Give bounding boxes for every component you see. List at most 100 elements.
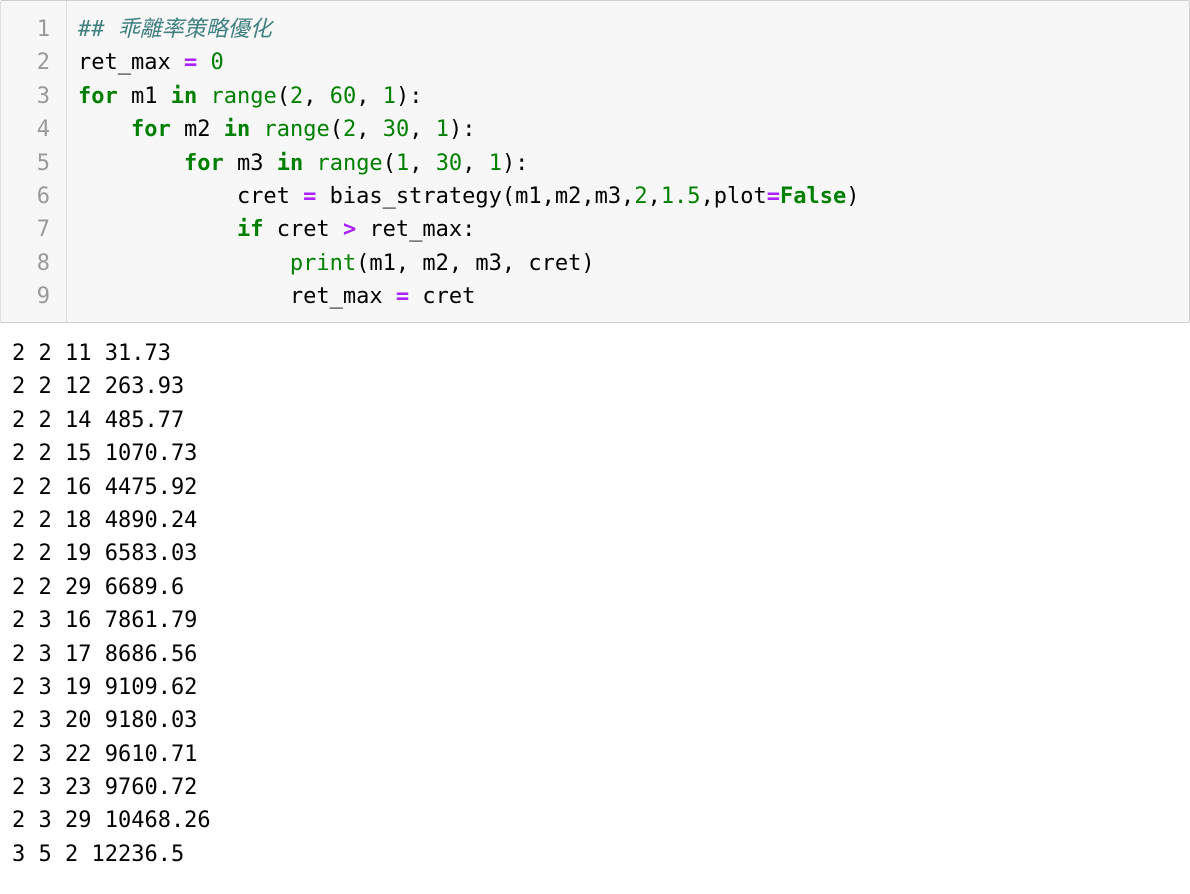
code-token: range — [316, 150, 383, 176]
output-line: 2 3 23 9760.72 — [12, 775, 198, 801]
code-token: m3 — [223, 150, 277, 176]
code-line: if cret > ret_max: — [78, 213, 475, 246]
output-line: 3 5 2 12236.5 — [12, 841, 185, 867]
code-token: , — [356, 117, 383, 143]
code-line: for m1 in range(2, 60, 1): — [78, 80, 422, 113]
code-token: , — [409, 117, 436, 143]
code-token: bias_strategy(m1,m2,m3, — [316, 184, 635, 209]
line-number: 7 — [36, 217, 50, 243]
code-token: 1 — [435, 117, 449, 143]
code-token: in — [223, 117, 251, 143]
code-line: cret = bias_strategy(m1,m2,m3,2,1.5,plot… — [78, 180, 860, 213]
code-token: if — [236, 217, 264, 243]
line-number-gutter: 1 2 3 4 5 6 7 8 9 — [1, 1, 67, 322]
code-token: ) — [846, 184, 860, 209]
output-line: 2 3 19 9109.62 — [12, 674, 198, 700]
output-line: 2 3 20 9180.03 — [12, 708, 198, 734]
code-line: ret_max = 0 — [78, 46, 224, 79]
code-token: range — [263, 117, 330, 143]
code-token: , — [303, 83, 330, 109]
cell-output: 2 2 11 31.73 2 2 12 263.93 2 2 14 485.77 2 … — [12, 337, 1182, 871]
output-line: 2 3 16 7861.79 — [12, 608, 198, 634]
code-token: 2 — [342, 117, 357, 143]
line-number: 9 — [36, 284, 50, 310]
code-token: 1 — [395, 150, 410, 176]
output-line: 2 2 14 485.77 — [12, 407, 185, 433]
code-line: for m3 in range(1, 30, 1): — [78, 147, 528, 180]
code-token: = — [395, 284, 410, 310]
code-cell[interactable]: 123456789 ## 乖離率策略優化 ret_max = 0 for m1 in… — [0, 0, 1190, 323]
code-token: print — [289, 250, 357, 276]
line-number: 2 — [36, 50, 50, 76]
line-number: 5 — [36, 150, 50, 176]
code-token: > — [342, 217, 357, 243]
line-number: 4 — [36, 117, 50, 143]
output-line: 2 2 12 263.93 — [12, 374, 185, 400]
code-token: (m1, m2, m3, cret) — [356, 250, 595, 276]
code-token: ( — [329, 117, 343, 143]
code-token: ): — [395, 83, 423, 109]
code-token: 60 — [329, 83, 357, 109]
code-line: ret_max = cret — [78, 280, 475, 313]
code-token: ): — [501, 150, 529, 176]
code-token: 1 — [488, 150, 502, 176]
line-number: 1 — [36, 17, 50, 42]
code-token: 1.5 — [660, 184, 701, 209]
code-token: in — [276, 150, 304, 176]
code-token: ## 乖離率策略優化 — [78, 17, 272, 42]
code-token: ): — [448, 117, 476, 143]
code-token: , — [647, 184, 661, 209]
code-token: in — [170, 83, 198, 109]
output-line: 2 2 19 6583.03 — [12, 541, 198, 567]
code-token: range — [210, 83, 277, 109]
code-token: False — [780, 184, 847, 209]
code-token: ret_max — [78, 284, 396, 310]
code-token: cret — [263, 217, 343, 243]
code-token: , — [462, 150, 489, 176]
code-token: cret — [78, 184, 304, 209]
code-token: m2 — [170, 117, 224, 143]
code-token: 1 — [382, 83, 396, 109]
output-line: 2 2 16 4475.92 — [12, 474, 198, 500]
code-token: ( — [382, 150, 396, 176]
code-line: print(m1, m2, m3, cret) — [78, 247, 595, 280]
code-token: for — [183, 150, 224, 176]
code-token: for — [130, 117, 171, 143]
code-token: 2 — [634, 184, 648, 209]
code-token: = — [766, 184, 781, 209]
code-token: ,plot — [700, 184, 767, 209]
code-token: 30 — [382, 117, 410, 143]
code-token: m1 — [117, 83, 171, 109]
code-token: , — [356, 83, 383, 109]
line-number: 6 — [36, 184, 50, 209]
output-line: 2 3 22 9610.71 — [12, 741, 198, 767]
code-token: ( — [276, 83, 290, 109]
output-line: 2 2 18 4890.24 — [12, 507, 198, 533]
line-number: 3 — [36, 83, 50, 109]
output-line: 2 2 11 31.73 — [12, 341, 171, 366]
code-token: , — [409, 150, 436, 176]
code-token: 0 — [210, 50, 224, 76]
line-number: 8 — [36, 250, 50, 276]
code-token: 2 — [289, 83, 304, 109]
output-line: 2 2 29 6689.6 — [12, 574, 185, 600]
code-token: ret_max — [78, 50, 184, 76]
code-token: = — [183, 50, 198, 76]
code-token: for — [78, 83, 118, 109]
code-token: cret — [409, 284, 476, 310]
output-line: 2 3 29 10468.26 — [12, 808, 211, 834]
code-line: for m2 in range(2, 30, 1): — [78, 113, 475, 146]
output-line: 2 2 15 1070.73 — [12, 441, 198, 467]
code-token: ret_max: — [356, 217, 476, 243]
code-token: = — [303, 184, 317, 209]
code-token: 30 — [435, 150, 463, 176]
output-line: 2 3 17 8686.56 — [12, 641, 198, 667]
